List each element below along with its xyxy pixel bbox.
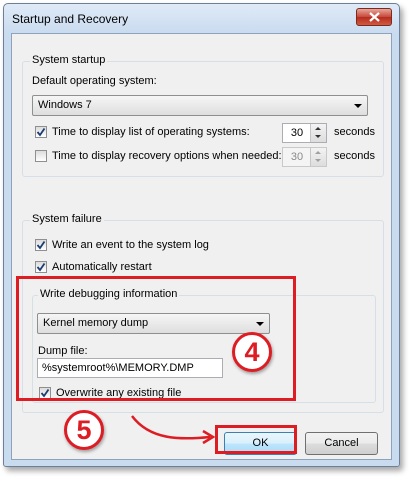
- arrow-icon: [131, 415, 216, 445]
- step-5-badge: 5: [64, 410, 104, 450]
- step-4-number: 4: [244, 337, 260, 367]
- step-4-badge: 4: [232, 332, 272, 372]
- step-5-number: 5: [76, 415, 92, 445]
